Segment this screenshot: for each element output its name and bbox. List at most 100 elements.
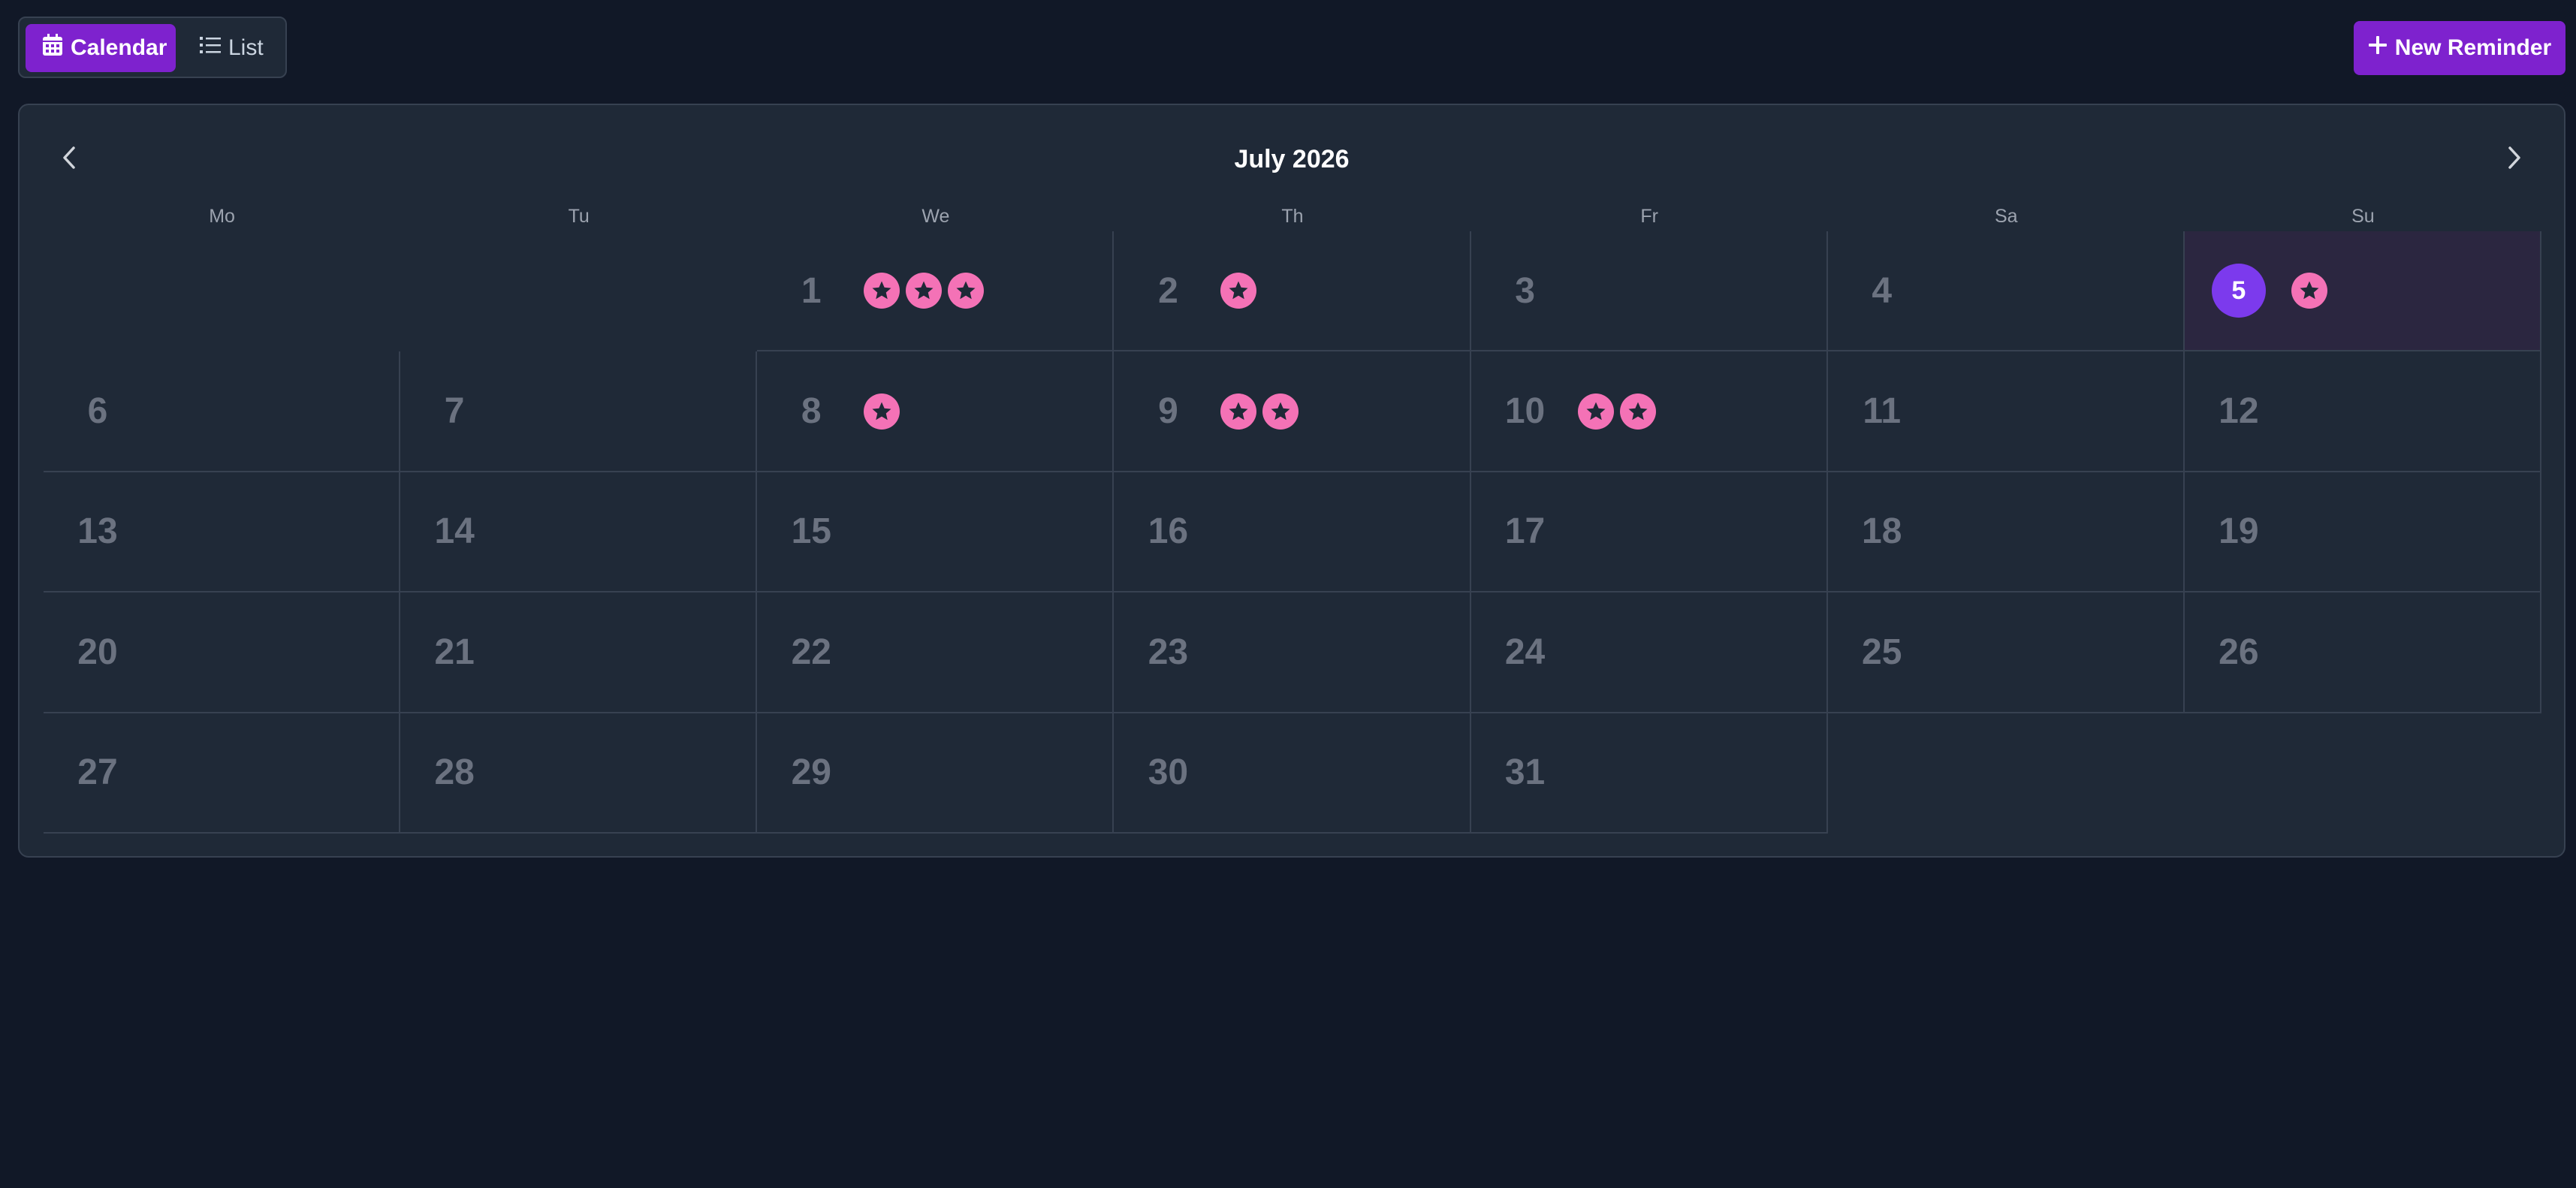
list-view-button[interactable]: List (183, 24, 282, 72)
calendar-grid: 1 2 3 4 5 6 7 8 9 10 11 12 13 14 15 16 17 18 19 20 21 22 23 24 2… (44, 231, 2541, 834)
day-number: 7 (444, 391, 465, 432)
day-number: 1 (801, 270, 822, 311)
day-cell[interactable]: 19 (2184, 472, 2541, 593)
empty-day-cell (400, 231, 757, 351)
star-icon[interactable] (1220, 273, 1257, 309)
day-number: 3 (1515, 270, 1535, 311)
weekday-label: Th (1281, 206, 1304, 227)
day-cell[interactable]: 8 (757, 351, 1115, 472)
day-cell[interactable]: 4 (1827, 231, 2185, 352)
day-number: 26 (2219, 632, 2259, 672)
next-month-button[interactable] (2492, 137, 2537, 182)
day-number: 22 (791, 632, 831, 672)
weekday-label: Fr (1640, 206, 1658, 227)
day-cell[interactable]: 30 (1114, 713, 1471, 834)
day-number: 18 (1862, 511, 1902, 552)
star-icon[interactable] (1220, 393, 1257, 430)
day-cell-today[interactable]: 5 (2184, 231, 2541, 352)
reminder-indicators (1220, 273, 1257, 309)
day-cell[interactable]: 6 (44, 351, 401, 472)
star-icon[interactable] (864, 273, 900, 309)
day-number: 16 (1148, 511, 1189, 552)
calendar-view-button[interactable]: Calendar (26, 24, 176, 72)
star-icon[interactable] (864, 393, 900, 430)
day-number: 31 (1504, 752, 1546, 793)
weekday-label: Tu (568, 206, 590, 227)
day-cell[interactable]: 22 (757, 592, 1115, 713)
day-number: 9 (1158, 391, 1178, 432)
day-cell[interactable]: 26 (2184, 592, 2541, 713)
new-reminder-button[interactable]: New Reminder (2354, 21, 2565, 75)
plus-icon (2368, 35, 2387, 61)
day-number: 11 (1863, 391, 1902, 432)
day-cell[interactable]: 9 (1114, 351, 1471, 472)
day-cell[interactable]: 17 (1470, 472, 1828, 593)
reminder-indicators (1577, 393, 1656, 430)
weekday-label: We (922, 206, 950, 227)
day-cell[interactable]: 3 (1470, 231, 1828, 352)
day-number: 6 (87, 391, 108, 432)
new-reminder-label: New Reminder (2394, 35, 2552, 60)
day-number: 8 (801, 391, 822, 432)
calendar-card: July 2026 Mo Tu We Th Fr Sa Su 123456789… (18, 104, 2565, 858)
empty-day-cell (44, 231, 400, 351)
day-number: 25 (1862, 632, 1902, 672)
day-cell[interactable]: 25 (1827, 592, 2185, 713)
weekday-label: Sa (1994, 206, 2018, 227)
day-cell[interactable]: 21 (400, 592, 758, 713)
day-cell[interactable]: 31 (1470, 713, 1828, 834)
day-number: 13 (77, 511, 118, 552)
day-cell[interactable]: 16 (1114, 472, 1471, 593)
day-number: 27 (77, 752, 118, 793)
day-number: 15 (791, 511, 831, 552)
star-icon[interactable] (1619, 393, 1656, 430)
reminder-indicators (1220, 393, 1299, 430)
day-number: 4 (1872, 270, 1893, 311)
day-cell[interactable]: 29 (757, 713, 1115, 834)
day-cell[interactable]: 28 (400, 713, 758, 834)
day-cell[interactable]: 1 (757, 231, 1115, 352)
day-number: 23 (1148, 632, 1189, 672)
star-icon[interactable] (906, 273, 943, 309)
weekday-header: Mo Tu We Th Fr Sa Su (44, 201, 2541, 231)
empty-day-cell (2185, 713, 2541, 834)
list-icon (200, 35, 221, 61)
day-number: 29 (791, 752, 831, 793)
day-cell[interactable]: 14 (400, 472, 758, 593)
day-cell[interactable]: 11 (1827, 351, 2185, 472)
day-cell[interactable]: 23 (1114, 592, 1471, 713)
day-cell[interactable]: 18 (1827, 472, 2185, 593)
day-cell[interactable]: 20 (44, 592, 401, 713)
day-cell[interactable]: 7 (400, 351, 758, 472)
list-view-label: List (228, 35, 264, 60)
day-cell[interactable]: 10 (1470, 351, 1828, 472)
star-icon[interactable] (1262, 393, 1299, 430)
weekday-label: Su (2351, 206, 2375, 227)
day-cell[interactable]: 27 (44, 713, 401, 834)
day-number: 28 (434, 752, 475, 793)
reminder-indicators (864, 273, 985, 309)
weekday-label: Mo (209, 206, 235, 227)
day-cell[interactable]: 2 (1114, 231, 1471, 352)
day-number: 14 (434, 511, 475, 552)
day-number: 10 (1504, 391, 1546, 432)
day-number: 20 (77, 632, 118, 672)
day-number: 2 (1158, 270, 1178, 311)
day-number: 12 (2219, 391, 2259, 432)
calendar-view-label: Calendar (71, 35, 167, 60)
day-cell[interactable]: 12 (2184, 351, 2541, 472)
day-number: 19 (2219, 511, 2259, 552)
day-cell[interactable]: 24 (1470, 592, 1828, 713)
calendar-icon (42, 34, 63, 62)
star-icon[interactable] (948, 273, 985, 309)
today-day-number: 5 (2211, 264, 2266, 318)
reminder-indicators (864, 393, 900, 430)
day-number: 21 (434, 632, 475, 672)
reminder-indicators (2291, 273, 2327, 309)
view-toggle: Calendar List (18, 17, 287, 78)
star-icon[interactable] (1577, 393, 1614, 430)
day-cell[interactable]: 15 (757, 472, 1115, 593)
day-cell[interactable]: 13 (44, 472, 401, 593)
star-icon[interactable] (2291, 273, 2327, 309)
chevron-right-icon (2507, 146, 2522, 173)
